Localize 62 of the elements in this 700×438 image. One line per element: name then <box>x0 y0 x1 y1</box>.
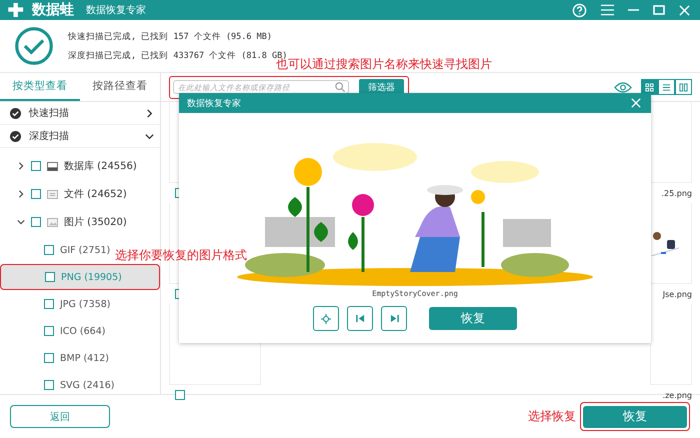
detail-view-button[interactable] <box>675 79 692 95</box>
list-view-button[interactable] <box>658 79 675 95</box>
chevron-right-icon[interactable] <box>17 162 25 170</box>
app-subtitle: 数据恢复专家 <box>86 4 146 17</box>
file-name: Jse.png <box>662 290 692 298</box>
format-item[interactable]: SVG (2416) <box>0 372 116 398</box>
scan-row[interactable]: 深度扫描 <box>0 125 160 148</box>
search-icon <box>335 82 345 92</box>
image-icon <box>47 218 58 226</box>
scan-status-text: 快速扫描已完成, 已找到 157 个文件 (95.6 MB) <box>68 30 273 42</box>
check-circle-icon <box>10 130 21 142</box>
columns-icon <box>679 82 688 92</box>
checkbox[interactable] <box>44 380 54 390</box>
checkbox[interactable] <box>44 353 54 363</box>
app-name: 数据蛙 <box>32 1 74 19</box>
chevron-down-icon[interactable] <box>17 218 25 226</box>
checkbox[interactable] <box>31 189 41 199</box>
grid-icon <box>645 82 654 92</box>
recover-button[interactable]: 恢复 <box>429 307 517 330</box>
cross-logo-icon <box>8 3 26 17</box>
database-icon <box>47 162 58 170</box>
skip-forward-icon <box>390 314 398 323</box>
format-item[interactable]: ICO (664) <box>0 318 108 344</box>
locate-button[interactable] <box>313 306 339 331</box>
checkbox[interactable] <box>45 272 55 282</box>
previous-button[interactable] <box>347 306 373 331</box>
scan-row[interactable]: 快速扫描 <box>0 102 160 125</box>
crosshair-icon <box>321 314 331 324</box>
check-circle-icon <box>14 26 54 66</box>
format-item[interactable]: GIF (2751) <box>0 237 112 263</box>
list-icon <box>662 82 671 92</box>
grid-view-button[interactable] <box>641 79 658 95</box>
back-button[interactable]: 返回 <box>10 405 110 428</box>
tree-item-label[interactable]: 文件 (24652) <box>64 187 127 201</box>
format-item[interactable]: BMP (412) <box>0 345 112 371</box>
chevron-right-icon[interactable] <box>17 190 25 198</box>
maximize-icon[interactable] <box>653 5 665 15</box>
help-icon[interactable] <box>572 2 587 18</box>
checkbox[interactable] <box>175 390 185 400</box>
file-name: .25.png <box>662 188 692 198</box>
checkbox[interactable] <box>44 326 54 336</box>
check-circle-icon <box>10 108 21 118</box>
close-icon[interactable] <box>631 98 641 108</box>
annotation-text: 选择你要恢复的图片格式 <box>115 247 247 264</box>
eye-icon[interactable] <box>614 82 632 92</box>
checkbox[interactable] <box>31 217 41 227</box>
checkbox[interactable] <box>31 161 41 171</box>
menu-icon[interactable] <box>601 4 614 16</box>
document-icon <box>47 190 58 198</box>
tree-item-label[interactable]: 数据库 (24556) <box>64 159 137 173</box>
checkbox[interactable] <box>44 245 54 255</box>
tree-item-label[interactable]: 图片 (35020) <box>64 215 127 229</box>
format-item[interactable]: JPG (7358) <box>0 291 113 317</box>
dialog-title: 数据恢复专家 <box>187 98 241 110</box>
recover-button[interactable]: 恢复 <box>583 406 687 428</box>
skip-back-icon <box>356 314 364 323</box>
minimize-icon[interactable] <box>628 9 639 11</box>
next-button[interactable] <box>381 306 407 331</box>
checkbox[interactable] <box>44 299 54 309</box>
annotation-text: 选择恢复 <box>528 408 576 425</box>
close-icon[interactable] <box>679 4 690 16</box>
file-name: .ze.png <box>662 390 692 400</box>
